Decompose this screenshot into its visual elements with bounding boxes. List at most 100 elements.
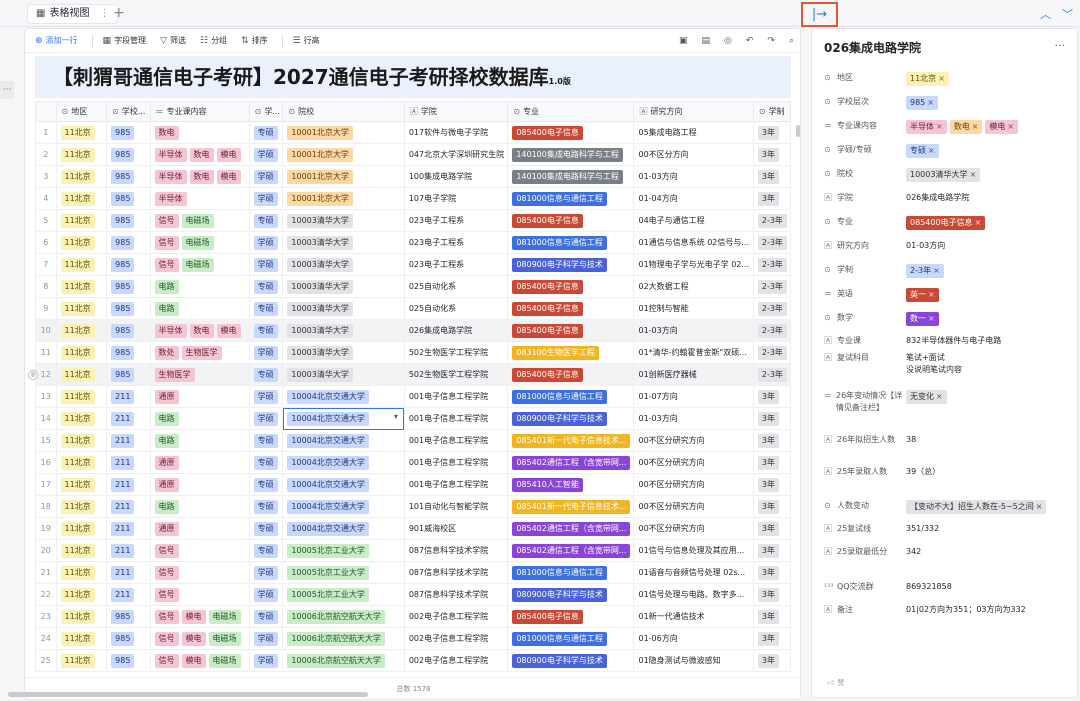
cell-school[interactable]: 10003清华大学 xyxy=(282,319,405,342)
cell-college[interactable]: 901威海校区 xyxy=(403,517,509,540)
field-row[interactable]: ⊙ 学校层次 985 × xyxy=(824,96,1074,110)
cell-region[interactable]: 11北京 xyxy=(55,495,108,518)
table-row[interactable]: 6 11北京 985 信号 电磁场 学硕 10003清华大学 023电子工程系 081000信息… xyxy=(35,231,791,254)
column-header[interactable]: ≔ 专业课内容 xyxy=(149,101,250,122)
cell-subjects[interactable]: 电路 xyxy=(149,407,250,430)
table-row[interactable]: 13 11北京 211 通原 学硕 10004北京交通大学 001电子信息工程学院 08100… xyxy=(35,385,791,408)
remove-tag-icon[interactable]: × xyxy=(1036,502,1043,511)
field-value[interactable]: 英一 × xyxy=(906,288,1074,302)
cell-duration[interactable]: 3年 xyxy=(752,517,791,540)
table-row[interactable]: 20 11北京 211 信号 专硕 10005北京工业大学 087信息科学技术学院 08540… xyxy=(35,539,791,562)
cell-college[interactable]: 025自动化系 xyxy=(403,297,509,320)
cell-degree-type[interactable]: 专硕 xyxy=(248,473,284,496)
cell-region[interactable]: 11北京 xyxy=(55,451,108,474)
chevron-down-icon[interactable]: ﹀ xyxy=(1062,6,1073,22)
remove-tag-icon[interactable]: × xyxy=(936,122,943,131)
column-header[interactable]: 🄰 研究方向 xyxy=(633,101,754,122)
cell-subjects[interactable]: 通原 xyxy=(149,473,250,496)
group-button[interactable]: ☷ 分组 xyxy=(200,35,227,46)
cell-subjects[interactable]: 信号 xyxy=(149,561,250,584)
cell-direction[interactable]: 01控制与智能 xyxy=(633,297,754,320)
cell-school[interactable]: 10006北京航空航天大学 xyxy=(282,649,405,672)
cell-degree-type[interactable]: 学硕 xyxy=(248,385,284,408)
cell-region[interactable]: 11北京 xyxy=(55,275,108,298)
cell-duration[interactable]: 3年 xyxy=(752,649,791,672)
cell-level[interactable]: 985 xyxy=(106,341,151,364)
sort-button[interactable]: ⇅ 排序 xyxy=(241,35,268,46)
field-row[interactable]: 🄰 25复试线 351/332 xyxy=(824,523,1074,535)
header-select[interactable] xyxy=(35,101,57,122)
cell-direction[interactable]: 02大数据工程 xyxy=(633,275,754,298)
cell-level[interactable]: 211 xyxy=(106,473,151,496)
cell-degree-type[interactable]: 学硕 xyxy=(248,627,284,650)
cell-direction[interactable]: 01信号处理与电路、数字多... xyxy=(633,583,754,606)
cell-college[interactable]: 002电子信息工程学院 xyxy=(403,605,509,628)
cell-duration[interactable]: 2-3年 xyxy=(752,231,791,254)
field-value[interactable]: 01-03方向 xyxy=(906,240,1074,252)
cell-school[interactable]: 10004北京交通大学 xyxy=(282,517,405,540)
cell-direction[interactable]: 01-03方向 xyxy=(633,165,754,188)
cell-degree-type[interactable]: 学硕 xyxy=(248,187,284,210)
cell-subjects[interactable]: 通原 xyxy=(149,517,250,540)
chat-icon[interactable]: ▣ xyxy=(679,36,688,46)
cell-school[interactable]: 10003清华大学 xyxy=(282,297,405,320)
cell-degree-type[interactable]: 专硕 xyxy=(248,495,284,518)
table-row[interactable]: 14 11北京 211 电路 学硕 10004北京交通大学 ▾ 001电子信息工程学院 0809… xyxy=(35,407,791,430)
cell-subjects[interactable]: 信号 电磁场 xyxy=(149,253,250,276)
cell-subjects[interactable]: 信号 电磁场 xyxy=(149,231,250,254)
table-row[interactable]: 15 11北京 211 电路 专硕 10004北京交通大学 001电子信息工程学院 08540… xyxy=(35,429,791,452)
field-row[interactable]: ⊙ 院校 10003清华大学 × xyxy=(824,168,1074,182)
cell-school[interactable]: 10001北京大学 xyxy=(282,143,405,166)
cell-school[interactable]: 10004北京交通大学 xyxy=(282,495,405,518)
cell-duration[interactable]: 3年 xyxy=(752,627,791,650)
cell-major[interactable]: 085401新一代电子信息技术... xyxy=(507,429,635,452)
cell-subjects[interactable]: 半导体 xyxy=(149,187,250,210)
cell-major[interactable]: 085400电子信息 xyxy=(507,209,635,232)
cell-major[interactable]: 081000信息与通信工程 xyxy=(507,187,635,210)
cell-level[interactable]: 985 xyxy=(106,143,151,166)
cell-major[interactable]: 080900电子科学与技术 xyxy=(507,583,635,606)
cell-school[interactable]: 10005北京工业大学 xyxy=(282,583,405,606)
cell-direction[interactable]: 04电子与通信工程 xyxy=(633,209,754,232)
cell-college[interactable]: 023电子工程系 xyxy=(403,231,509,254)
column-header[interactable]: ⊙ 学制 xyxy=(752,101,791,122)
cell-degree-type[interactable]: 专硕 xyxy=(248,121,284,144)
cell-subjects[interactable]: 半导体 数电 模电 xyxy=(149,165,250,188)
cell-major[interactable]: 140100集成电路科学与工程 xyxy=(507,165,635,188)
field-value[interactable]: 【变动不大】招生人数在-5~5之间 × xyxy=(906,500,1074,514)
field-value[interactable]: 无变化 × xyxy=(906,390,1074,414)
table-row[interactable]: 9 11北京 985 电路 专硕 10003清华大学 025自动化系 085400电子信息 01… xyxy=(35,297,791,320)
cell-subjects[interactable]: 电路 xyxy=(149,429,250,452)
cell-degree-type[interactable]: 专硕 xyxy=(248,209,284,232)
cell-school[interactable]: 10005北京工业大学 xyxy=(282,539,405,562)
field-value[interactable]: 869321858 xyxy=(906,581,1074,593)
table-row[interactable]: 16 11北京 211 通原 专硕 10004北京交通大学 001电子信息工程学院 08540… xyxy=(35,451,791,474)
cell-level[interactable]: 985 xyxy=(106,275,151,298)
cell-region[interactable]: 11北京 xyxy=(55,517,108,540)
cell-duration[interactable]: 3年 xyxy=(752,121,791,144)
cell-major[interactable]: 081000信息与通信工程 xyxy=(507,627,635,650)
cell-degree-type[interactable]: 学硕 xyxy=(248,165,284,188)
cell-duration[interactable]: 3年 xyxy=(752,561,791,584)
column-header[interactable]: ⊙ 学... xyxy=(248,101,284,122)
cell-level[interactable]: 985 xyxy=(106,209,151,232)
cell-level[interactable]: 985 xyxy=(106,649,151,672)
more-icon[interactable]: ⋮ xyxy=(99,4,109,24)
cell-direction[interactable]: 01-03方向 xyxy=(633,319,754,342)
cell-duration[interactable]: 3年 xyxy=(752,187,791,210)
table-row[interactable]: 5 11北京 985 信号 电磁场 专硕 10003清华大学 023电子工程系 085400电子… xyxy=(35,209,791,232)
cell-duration[interactable]: 3年 xyxy=(752,583,791,606)
cell-college[interactable]: 001电子信息工程学院 xyxy=(403,473,509,496)
cell-duration[interactable]: 3年 xyxy=(752,605,791,628)
fields-button[interactable]: ▦ 字段管理 xyxy=(103,35,147,46)
cell-college[interactable]: 001电子信息工程学院 xyxy=(403,407,509,430)
cell-major[interactable]: 085400电子信息 xyxy=(507,605,635,628)
cell-direction[interactable]: 01-04方向 xyxy=(633,187,754,210)
undo-icon[interactable]: ↶ xyxy=(746,36,754,46)
cell-duration[interactable]: 2-3年 xyxy=(752,253,791,276)
cell-direction[interactable]: 05集成电路工程 xyxy=(633,121,754,144)
field-row[interactable]: ≔ 26年变动情况【详情见备注栏】 无变化 × xyxy=(824,390,1074,414)
cell-direction[interactable]: 00不区分研究方向 xyxy=(633,429,754,452)
cell-region[interactable]: 11北京 xyxy=(55,209,108,232)
cell-region[interactable]: 11北京 xyxy=(55,231,108,254)
